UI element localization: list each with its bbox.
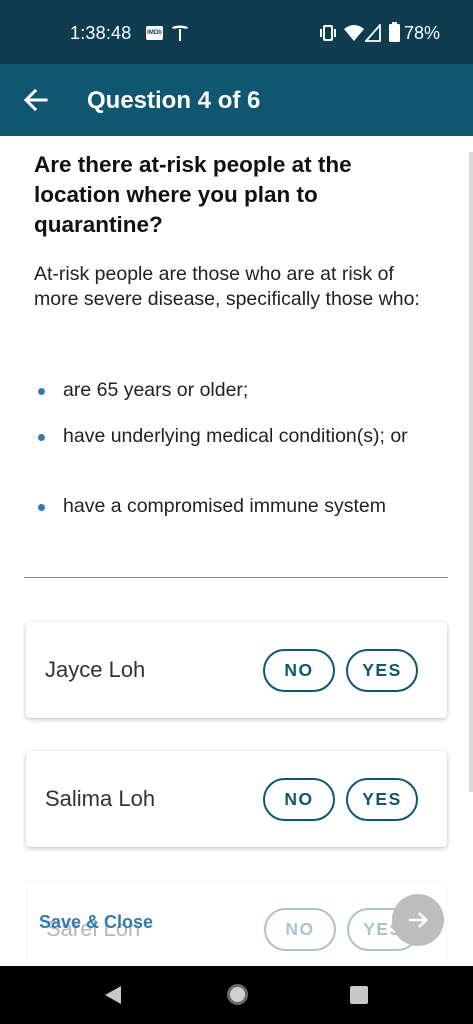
nav-home-icon[interactable] [227, 984, 248, 1005]
imdb-icon: IMDb [146, 26, 163, 40]
no-button[interactable]: NO [264, 908, 336, 951]
wifi-icon [344, 25, 364, 41]
nav-back-icon[interactable] [104, 985, 122, 1005]
yes-button[interactable]: YES [346, 778, 418, 821]
next-button[interactable] [392, 894, 444, 946]
bullet-dot-icon [38, 504, 45, 511]
battery-percentage: 78% [404, 23, 441, 43]
no-button[interactable]: NO [263, 778, 335, 821]
divider [24, 577, 448, 578]
back-arrow-icon[interactable] [22, 86, 50, 114]
save-close-link[interactable]: Save & Close [39, 912, 153, 933]
scrollbar[interactable] [469, 152, 473, 792]
list-item-text: have a compromised immune system [63, 495, 386, 517]
status-time: 1:38:48 [70, 23, 132, 43]
system-nav-bar [0, 966, 473, 1024]
yes-button[interactable]: YES [346, 649, 418, 692]
tesla-icon [172, 25, 188, 41]
question-title: Are there at-risk people at the location… [34, 152, 352, 237]
app-bar: Question 4 of 6 [0, 64, 473, 136]
page-title: Question 4 of 6 [87, 87, 261, 114]
person-name: Jayce Loh [45, 657, 146, 682]
vibrate-icon [320, 25, 336, 41]
question-content: Are there at-risk people at the location… [0, 136, 473, 966]
person-card: Salima Loh NO YES [26, 751, 447, 847]
no-button[interactable]: NO [263, 649, 335, 692]
cellular-signal-icon [365, 24, 381, 42]
question-explanation: At-risk people are those who are at risk… [34, 263, 420, 310]
bullet-dot-icon [38, 388, 45, 395]
nav-recents-icon[interactable] [350, 986, 368, 1004]
list-item-text: have underlying medical condition(s); or [63, 425, 408, 447]
battery-icon [389, 22, 400, 42]
person-name: Salima Loh [45, 786, 156, 811]
bullet-dot-icon [38, 434, 45, 441]
status-bar: 1:38:48 IMDb 78% [0, 0, 473, 64]
list-item-text: are 65 years or older; [63, 379, 249, 401]
person-card: Jayce Loh NO YES [26, 622, 447, 718]
arrow-right-icon [409, 912, 428, 928]
